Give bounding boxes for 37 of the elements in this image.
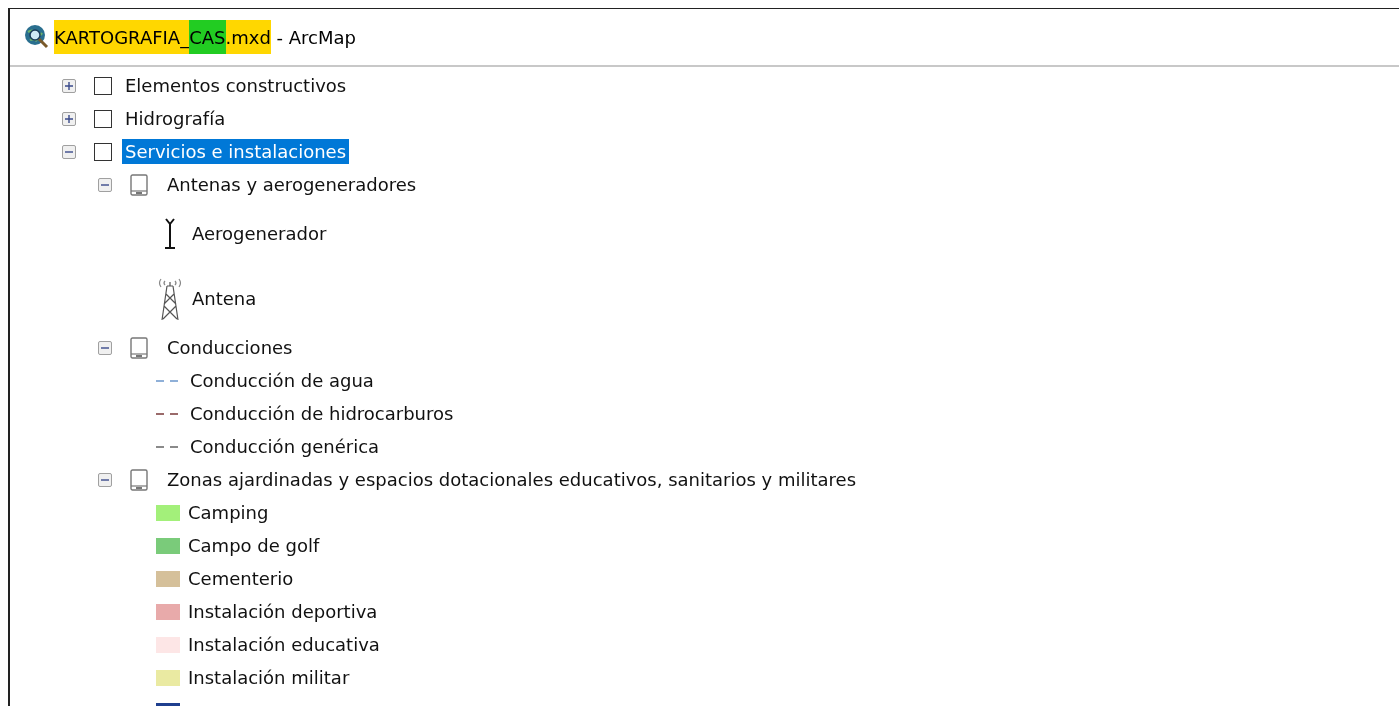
checkbox[interactable] <box>94 142 112 161</box>
group-layer-label[interactable]: Elementos constructivos <box>122 73 350 98</box>
legend-label: Camping <box>188 502 269 523</box>
legend-label: Instalación educativa <box>188 634 380 655</box>
collapse-button[interactable] <box>98 472 112 487</box>
layer-icon <box>130 173 148 196</box>
layer-label[interactable]: Antenas y aerogeneradores <box>164 172 420 197</box>
checkbox[interactable] <box>94 76 112 95</box>
legend-label: Instalación militar <box>188 667 350 688</box>
layer-label[interactable]: Conducciones <box>164 335 296 360</box>
group-layer-label[interactable]: Servicios e instalaciones <box>122 139 350 164</box>
window-title: - ArcMap <box>275 25 356 50</box>
expand-button[interactable] <box>62 111 76 126</box>
collapse-button[interactable] <box>62 144 76 159</box>
legend-label: Antena <box>192 288 257 309</box>
legend-label: Instalación deportiva <box>188 601 378 622</box>
expand-button[interactable] <box>62 78 76 93</box>
layer-label[interactable]: Zonas ajardinadas y espacios dotacionales educativos, sanitarios y militares <box>164 467 860 492</box>
legend-label: Conducción genérica <box>190 436 380 457</box>
group-layer-label[interactable]: Hidrografía <box>122 106 229 131</box>
globe-magnifier-icon <box>24 24 50 50</box>
layer-icon <box>130 468 148 491</box>
highlighted-title-text: KARTOGRAFIA_ <box>54 20 190 54</box>
highlighted-title-text: .mxd <box>225 20 271 54</box>
legend-label: Aerogenerador <box>192 223 327 244</box>
checkbox[interactable] <box>94 109 112 128</box>
legend-label: Campo de golf <box>188 535 320 556</box>
legend-label: Conducción de agua <box>190 370 374 391</box>
wind-turbine-icon <box>162 217 178 250</box>
highlighted-title-text: CAS <box>189 20 226 54</box>
plus-icon <box>65 81 73 90</box>
legend-label: Cementerio <box>188 568 294 589</box>
plus-icon <box>65 114 73 123</box>
collapse-button[interactable] <box>98 340 112 355</box>
legend-label: Conducción de hidrocarburos <box>190 403 454 424</box>
collapse-button[interactable] <box>98 177 112 192</box>
layer-icon <box>130 336 148 359</box>
